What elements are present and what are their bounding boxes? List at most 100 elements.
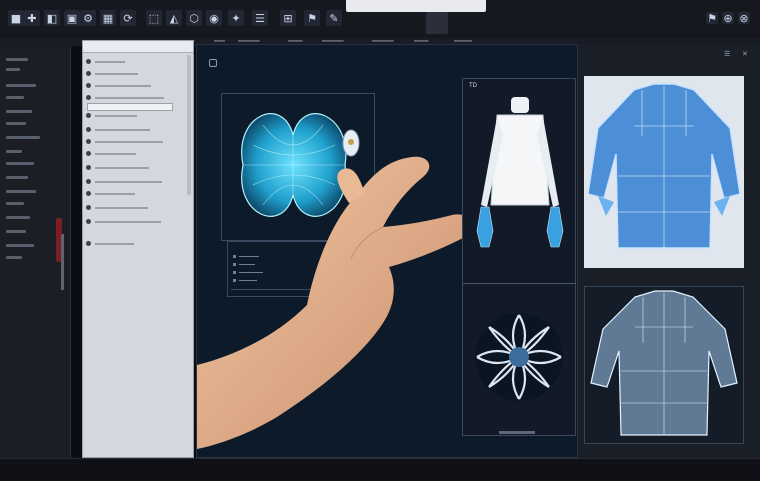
- property-row-icon: [86, 179, 91, 184]
- toolbar-tool-9-icon[interactable]: ⬡: [186, 10, 202, 26]
- toolbar-tool-12-icon[interactable]: ☰: [252, 10, 268, 26]
- toolbar-tool-15-icon[interactable]: ✎: [326, 10, 342, 26]
- preview-divider: [463, 283, 575, 284]
- mannequin-preview-label: TD: [469, 83, 477, 89]
- property-row-icon: [86, 127, 91, 132]
- property-row-text: [95, 129, 150, 131]
- toolbar-tool-2-icon[interactable]: ◧: [44, 10, 60, 26]
- sidebar-item[interactable]: [6, 96, 24, 99]
- toolbar-tool-10-icon[interactable]: ◉: [206, 10, 222, 26]
- property-row-icon: [86, 165, 91, 170]
- sidebar-item[interactable]: [6, 58, 28, 61]
- close-icon[interactable]: ✕: [742, 50, 748, 58]
- sidebar-item[interactable]: [6, 68, 20, 71]
- shirt-render-wireframe: [590, 290, 738, 436]
- toolbar-tool-4-icon[interactable]: ⚙: [80, 10, 96, 26]
- property-row-icon: [86, 205, 91, 210]
- mannequin-preview-panel[interactable]: TD: [462, 78, 576, 436]
- property-row-text: [95, 221, 161, 223]
- property-row-icon: [86, 59, 91, 64]
- toolbar-tool-8-icon[interactable]: ◭: [166, 10, 182, 26]
- window-control-2-icon[interactable]: ⊗: [738, 12, 750, 25]
- property-row[interactable]: [86, 113, 186, 119]
- toolbar-tool-14-icon[interactable]: ⚑: [304, 10, 320, 26]
- toolbar-tool-0-icon[interactable]: ■: [8, 10, 24, 26]
- property-row[interactable]: [86, 191, 186, 197]
- sidebar-item[interactable]: [6, 110, 32, 113]
- property-row-text: [95, 243, 134, 245]
- property-input[interactable]: [87, 103, 173, 111]
- property-row-text: [95, 73, 138, 75]
- property-row[interactable]: [86, 139, 186, 145]
- top-toolbar: ■ ✚ ◧ ▣ ⚙ ▦ ⟳ ⬚ ◭ ⬡ ◉ ✦ ☰ ⊞ ⚑ ✎ ⚑ ⊕ ⊗: [0, 0, 760, 39]
- properties-panel: [82, 40, 257, 458]
- panel-controls[interactable]: ☰ ✕: [724, 50, 754, 58]
- property-row[interactable]: [86, 151, 186, 157]
- preview-footer: [499, 431, 535, 434]
- sidebar-item[interactable]: [6, 136, 40, 139]
- shirt-render-card[interactable]: [584, 76, 744, 268]
- property-row-text: [95, 193, 135, 195]
- property-row[interactable]: [86, 71, 186, 77]
- active-tool-tab[interactable]: [426, 12, 448, 34]
- mannequin-model[interactable]: [473, 95, 567, 277]
- property-row[interactable]: [86, 219, 186, 225]
- garment-preview-panel: ☰ ✕: [578, 44, 760, 458]
- property-row[interactable]: [86, 205, 186, 211]
- property-row[interactable]: [86, 127, 186, 133]
- property-row-icon: [86, 83, 91, 88]
- sidebar-item[interactable]: [6, 84, 36, 87]
- property-row[interactable]: [86, 83, 186, 89]
- property-row-text: [95, 61, 125, 63]
- toolbar-tool-11-icon[interactable]: ✦: [228, 10, 244, 26]
- toolbar-tool-13-icon[interactable]: ⊞: [280, 10, 296, 26]
- sidebar-item[interactable]: [6, 162, 34, 165]
- sidebar-item[interactable]: [6, 256, 22, 259]
- window-control-0-icon[interactable]: ⚑: [706, 12, 718, 25]
- property-row-icon: [86, 151, 91, 156]
- property-row[interactable]: [86, 165, 186, 171]
- status-bar: [0, 458, 760, 481]
- sidebar-item[interactable]: [6, 150, 22, 153]
- property-row[interactable]: [86, 241, 186, 247]
- property-row-text: [95, 85, 151, 87]
- sidebar-item[interactable]: [6, 176, 28, 179]
- property-row-icon: [86, 191, 91, 196]
- property-row[interactable]: [86, 179, 186, 185]
- property-row-icon: [86, 113, 91, 118]
- property-row-text: [95, 207, 148, 209]
- window-title-tab[interactable]: [346, 0, 486, 12]
- property-row-text: [95, 97, 164, 99]
- toolbar-tool-5-icon[interactable]: ▦: [100, 10, 116, 26]
- properties-panel-header: [83, 41, 193, 53]
- panel-scrollbar[interactable]: [187, 55, 191, 195]
- property-row-text: [95, 167, 149, 169]
- toolbar-tool-1-icon[interactable]: ✚: [24, 10, 40, 26]
- property-row-icon: [86, 95, 91, 100]
- hand-image: [197, 156, 472, 450]
- property-row[interactable]: [86, 59, 186, 65]
- property-row-icon: [86, 139, 91, 144]
- toolbar-tool-3-icon[interactable]: ▣: [64, 10, 80, 26]
- property-row-icon: [86, 241, 91, 246]
- left-sidebar: [0, 46, 71, 458]
- property-row-text: [95, 115, 137, 117]
- sidebar-item[interactable]: [6, 216, 30, 219]
- shirt-wireframe-card[interactable]: [584, 286, 744, 444]
- toolbar-tool-6-icon[interactable]: ⟳: [120, 10, 136, 26]
- toolbar-tool-7-icon[interactable]: ⬚: [146, 10, 162, 26]
- fabric-texture-sphere[interactable]: [471, 295, 567, 419]
- sidebar-item[interactable]: [6, 230, 26, 233]
- property-row-text: [95, 141, 163, 143]
- sidebar-item[interactable]: [6, 244, 34, 247]
- panel-menu-icon[interactable]: ☰: [724, 50, 730, 58]
- sidebar-item[interactable]: [6, 202, 24, 205]
- property-row-icon: [86, 71, 91, 76]
- window-control-1-icon[interactable]: ⊕: [722, 12, 734, 25]
- sidebar-slider[interactable]: [61, 234, 64, 290]
- sidebar-item[interactable]: [6, 190, 36, 193]
- sidebar-item[interactable]: [6, 122, 26, 125]
- viewport-icon: [209, 59, 217, 67]
- property-row[interactable]: [86, 95, 186, 101]
- property-row-text: [95, 181, 162, 183]
